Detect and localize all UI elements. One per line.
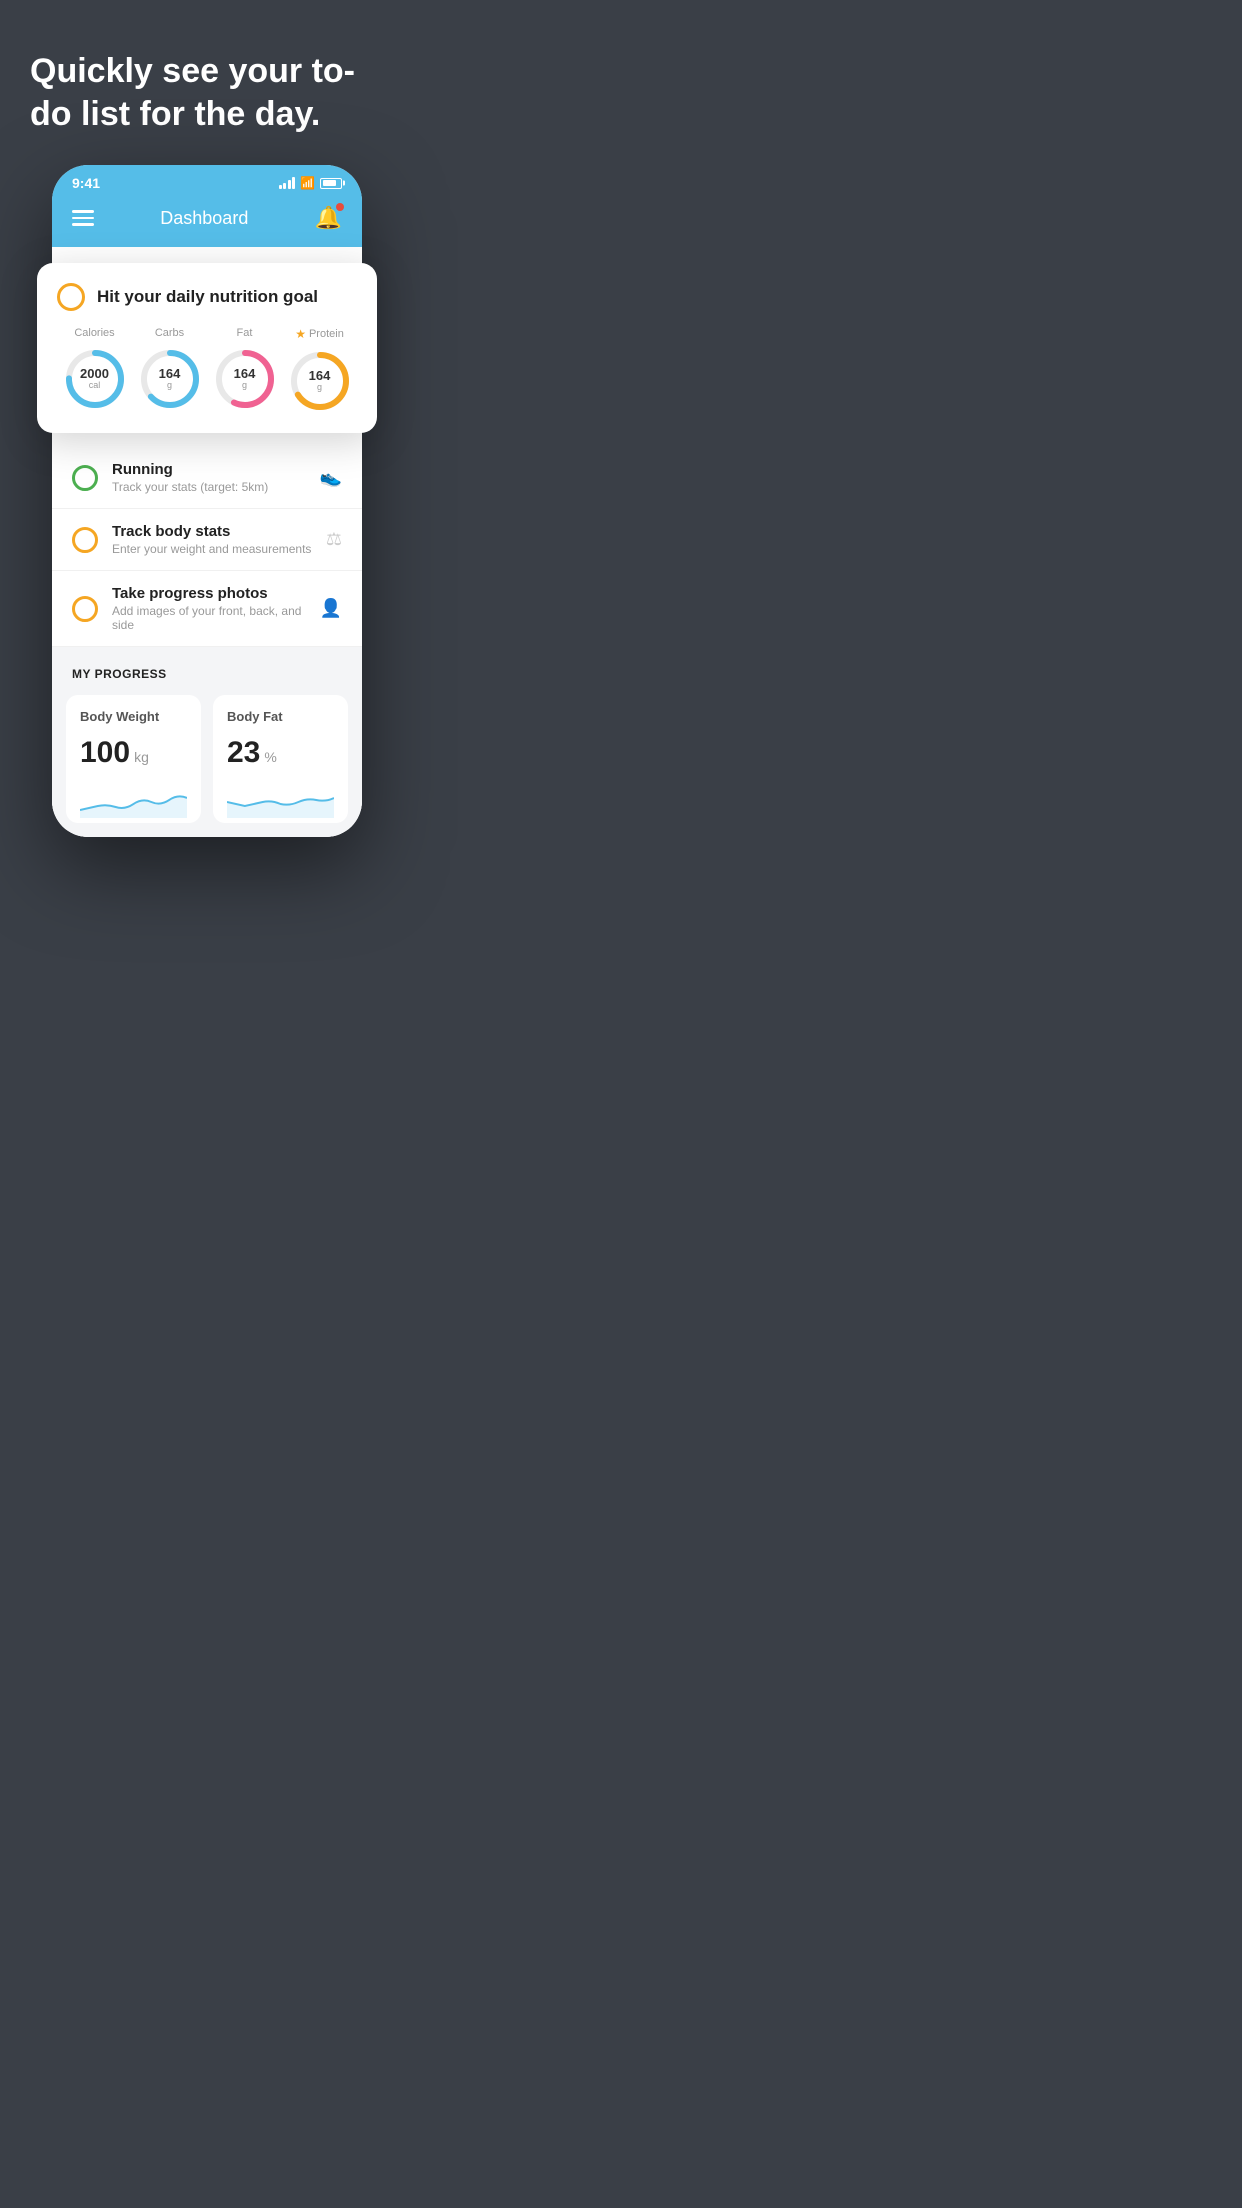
todo-list: Running Track your stats (target: 5km) 👟… — [52, 447, 362, 647]
app-header: Dashboard 🔔 — [52, 195, 362, 247]
star-icon: ★ — [295, 327, 306, 341]
nutrition-circles: Calories 2000 cal Carbs — [57, 327, 357, 413]
body-fat-title: Body Fat — [227, 709, 334, 724]
body-fat-value-row: 23 % — [227, 736, 334, 770]
progress-section: MY PROGRESS Body Weight 100 kg — [52, 647, 362, 837]
wifi-icon: 📶 — [300, 176, 315, 190]
calories-label: Calories — [74, 327, 114, 339]
body-weight-value-row: 100 kg — [80, 736, 187, 770]
status-bar: 9:41 📶 — [52, 165, 362, 195]
todo-title-body-stats: Track body stats — [112, 523, 312, 540]
todo-subtitle-body-stats: Enter your weight and measurements — [112, 542, 312, 556]
nutrition-item-calories: Calories 2000 cal — [63, 327, 127, 411]
progress-cards: Body Weight 100 kg Body Fat — [66, 695, 348, 823]
todo-text-photos: Take progress photos Add images of your … — [112, 585, 306, 632]
protein-label: ★ Protein — [295, 327, 344, 341]
phone-mockup: 9:41 📶 Dashboard 🔔 T — [52, 165, 362, 837]
battery-icon — [320, 178, 342, 189]
body-weight-card[interactable]: Body Weight 100 kg — [66, 695, 201, 823]
notification-dot — [336, 203, 344, 211]
carbs-label: Carbs — [155, 327, 184, 339]
body-fat-value: 23 — [227, 736, 260, 770]
fat-label: Fat — [237, 327, 253, 339]
signal-icon — [279, 177, 296, 189]
hamburger-menu[interactable] — [72, 210, 94, 226]
body-weight-title: Body Weight — [80, 709, 187, 724]
body-fat-unit: % — [264, 749, 276, 765]
todo-item-running[interactable]: Running Track your stats (target: 5km) 👟 — [52, 447, 362, 509]
app-title: Dashboard — [160, 208, 248, 229]
nutrition-card-title-row: Hit your daily nutrition goal — [57, 283, 357, 311]
todo-subtitle-photos: Add images of your front, back, and side — [112, 604, 306, 632]
progress-title: MY PROGRESS — [66, 667, 348, 681]
hero-section: Quickly see your to-do list for the day. — [0, 0, 414, 165]
body-weight-unit: kg — [134, 749, 149, 765]
nutrition-card[interactable]: Hit your daily nutrition goal Calories 2… — [37, 263, 377, 433]
carbs-donut: 164 g — [138, 347, 202, 411]
nutrition-circle-check — [57, 283, 85, 311]
todo-text-body-stats: Track body stats Enter your weight and m… — [112, 523, 312, 556]
todo-circle-photos — [72, 596, 98, 622]
hero-title: Quickly see your to-do list for the day. — [30, 50, 384, 135]
todo-item-body-stats[interactable]: Track body stats Enter your weight and m… — [52, 509, 362, 571]
nutrition-item-carbs: Carbs 164 g — [138, 327, 202, 411]
todo-title-photos: Take progress photos — [112, 585, 306, 602]
nutrition-item-protein: ★ Protein 164 g — [288, 327, 352, 413]
todo-item-photos[interactable]: Take progress photos Add images of your … — [52, 571, 362, 647]
nutrition-item-fat: Fat 164 g — [213, 327, 277, 411]
status-time: 9:41 — [72, 175, 100, 191]
todo-circle-running — [72, 465, 98, 491]
todo-title-running: Running — [112, 461, 306, 478]
photo-icon: 👤 — [320, 598, 342, 619]
todo-text-running: Running Track your stats (target: 5km) — [112, 461, 306, 494]
status-icons: 📶 — [279, 176, 342, 190]
body-fat-card[interactable]: Body Fat 23 % — [213, 695, 348, 823]
shoe-icon: 👟 — [320, 467, 342, 488]
nutrition-card-title: Hit your daily nutrition goal — [97, 287, 318, 307]
notification-button[interactable]: 🔔 — [315, 205, 342, 231]
protein-donut: 164 g — [288, 349, 352, 413]
fat-donut: 164 g — [213, 347, 277, 411]
body-fat-sparkline — [227, 782, 334, 818]
todo-subtitle-running: Track your stats (target: 5km) — [112, 480, 306, 494]
body-weight-value: 100 — [80, 736, 130, 770]
todo-circle-body-stats — [72, 527, 98, 553]
body-weight-sparkline — [80, 782, 187, 818]
scale-icon: ⚖ — [326, 529, 342, 550]
calories-donut: 2000 cal — [63, 347, 127, 411]
